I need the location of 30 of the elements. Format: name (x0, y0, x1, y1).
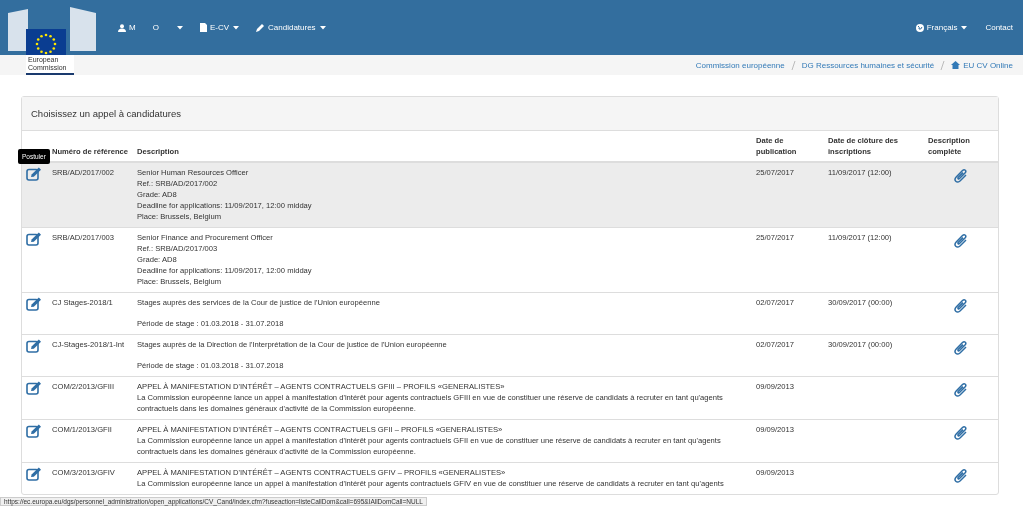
globe-icon (915, 23, 924, 32)
paperclip-icon[interactable] (954, 424, 968, 440)
paperclip-icon[interactable] (954, 167, 968, 183)
edit-icon[interactable] (26, 167, 43, 181)
edit-icon[interactable] (26, 232, 43, 246)
paperclip-icon[interactable] (954, 232, 968, 248)
paperclip-icon[interactable] (954, 467, 968, 483)
nav-menu-item[interactable]: Candidatures (256, 23, 326, 32)
panel-title: Choisissez un appel à candidatures (31, 108, 181, 119)
edit-icon[interactable] (26, 424, 43, 438)
nav-menu-item[interactable]: E-CV (199, 23, 240, 32)
file-icon (199, 23, 207, 32)
nav-menu-item[interactable]: M (118, 23, 136, 32)
paperclip-icon[interactable] (954, 339, 968, 355)
breadcrumb-link[interactable]: DG Ressources humaines et sécurité (801, 60, 935, 70)
edit-icon[interactable] (26, 467, 43, 481)
pencil-icon (256, 23, 266, 32)
nav-menu-item[interactable]: Français (915, 23, 968, 32)
paperclip-icon[interactable] (954, 381, 968, 397)
breadcrumb-link[interactable]: EU CV Online (951, 60, 1013, 70)
edit-icon[interactable] (26, 339, 43, 353)
separator-icon (790, 60, 796, 70)
user-icon (118, 23, 126, 32)
nav-menu-item[interactable]: O (152, 23, 159, 32)
breadcrumb-link[interactable]: Commission européenne (695, 60, 785, 70)
edit-icon[interactable] (26, 381, 43, 395)
separator-icon (940, 60, 946, 70)
nav-menu-item[interactable]: Contact (985, 23, 1013, 32)
paperclip-icon[interactable] (954, 297, 968, 313)
edit-icon[interactable] (26, 297, 43, 311)
